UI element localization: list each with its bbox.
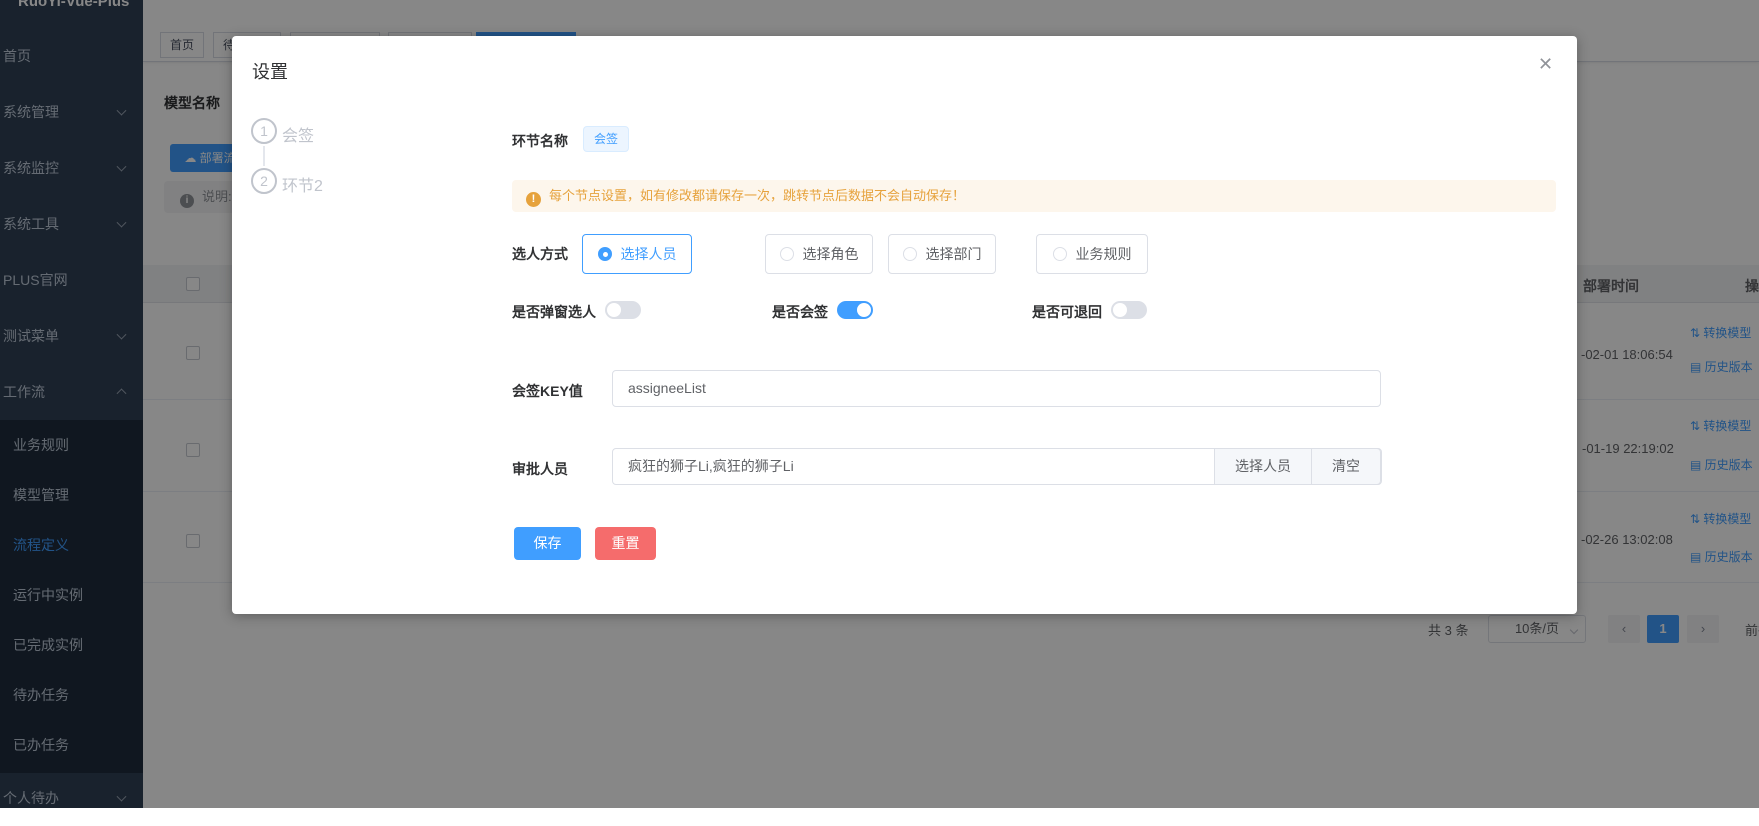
radio-icon: [780, 247, 794, 261]
clear-button[interactable]: 清空: [1311, 449, 1380, 484]
step-connector: [263, 146, 265, 166]
radio-icon: [1053, 247, 1067, 261]
countersign-label: 是否会签: [772, 302, 828, 322]
approver-label: 审批人员: [512, 459, 568, 479]
select-person-button[interactable]: 选择人员: [1215, 449, 1311, 484]
select-mode-label: 选人方式: [512, 244, 568, 264]
radio-business-rule[interactable]: 业务规则: [1036, 234, 1148, 274]
reset-button[interactable]: 重置: [595, 527, 656, 560]
approver-input-append: 选择人员 清空: [1214, 448, 1381, 485]
node-name-label: 环节名称: [512, 131, 568, 151]
popup-select-label: 是否弹窗选人: [512, 302, 596, 322]
save-button[interactable]: 保存: [514, 527, 581, 560]
step-2-circle[interactable]: 2: [251, 168, 277, 194]
warning-icon: !: [526, 192, 541, 207]
countersign-key-label: 会签KEY值: [512, 381, 583, 401]
approver-input[interactable]: 疯狂的狮子Li,疯狂的狮子Li 选择人员 清空: [612, 448, 1382, 485]
countersign-switch[interactable]: [837, 301, 873, 319]
warning-alert: !每个节点设置，如有修改都请保存一次，跳转节点后数据不会自动保存！: [512, 180, 1556, 212]
dialog-title: 设置: [252, 58, 288, 84]
close-icon[interactable]: ✕: [1538, 54, 1553, 75]
step-2-label[interactable]: 环节2: [282, 172, 323, 196]
radio-icon: [598, 247, 612, 261]
popup-select-switch[interactable]: [605, 301, 641, 319]
returnable-switch[interactable]: [1111, 301, 1147, 319]
returnable-label: 是否可退回: [1032, 302, 1102, 322]
node-name-tag: 会签: [583, 126, 629, 152]
radio-select-role[interactable]: 选择角色: [765, 234, 873, 274]
radio-select-person[interactable]: 选择人员: [582, 234, 692, 274]
radio-select-dept[interactable]: 选择部门: [888, 234, 996, 274]
countersign-key-input[interactable]: assigneeList: [612, 370, 1381, 407]
step-1-label[interactable]: 会签: [282, 122, 314, 146]
step-1-circle[interactable]: 1: [251, 118, 277, 144]
settings-dialog: 设置 ✕ 1 会签 2 环节2 环节名称 会签 !每个节点设置，如有修改都请保存…: [232, 36, 1577, 614]
radio-icon: [903, 247, 917, 261]
